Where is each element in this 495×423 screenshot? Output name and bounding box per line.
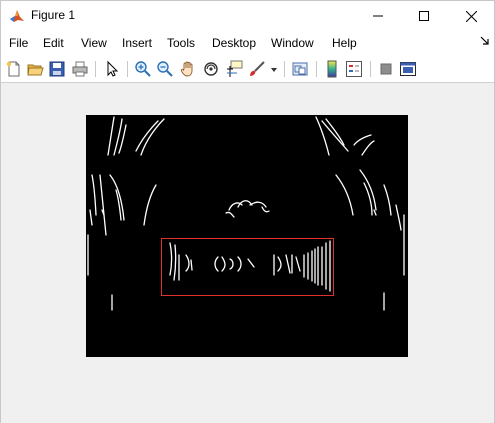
- rotate-3d-icon[interactable]: [202, 60, 220, 78]
- hide-plot-tools-icon[interactable]: [377, 60, 395, 78]
- detection-bounding-box: [161, 238, 334, 296]
- edit-plot-arrow-icon[interactable]: [103, 60, 121, 78]
- figure-toolbar: [1, 55, 494, 83]
- menu-window[interactable]: Window: [271, 36, 314, 50]
- open-file-icon[interactable]: [26, 60, 44, 78]
- insert-legend-icon[interactable]: [345, 60, 363, 78]
- close-button[interactable]: [448, 1, 494, 31]
- toolbar-separator: [370, 61, 371, 77]
- brush-icon[interactable]: [248, 60, 266, 78]
- link-plot-icon[interactable]: [291, 60, 309, 78]
- insert-colorbar-icon[interactable]: [323, 60, 341, 78]
- menu-view[interactable]: View: [81, 36, 107, 50]
- toolbar-separator: [316, 61, 317, 77]
- matlab-icon: [9, 8, 25, 24]
- brush-dropdown-icon[interactable]: [269, 60, 279, 78]
- dock-arrow-icon[interactable]: [479, 35, 491, 49]
- menu-bar: File Edit View Insert Tools Desktop Wind…: [1, 31, 494, 55]
- zoom-in-icon[interactable]: [134, 60, 152, 78]
- toolbar-separator: [127, 61, 128, 77]
- data-cursor-icon[interactable]: [225, 60, 243, 78]
- menu-tools[interactable]: Tools: [167, 36, 195, 50]
- menu-help[interactable]: Help: [332, 36, 357, 50]
- pan-hand-icon[interactable]: [179, 60, 197, 78]
- print-icon[interactable]: [71, 60, 89, 78]
- new-figure-icon[interactable]: [5, 60, 23, 78]
- menu-desktop[interactable]: Desktop: [212, 36, 256, 50]
- show-plot-tools-icon[interactable]: [399, 60, 417, 78]
- figure-window: Figure 1 File Edit View Insert Tools Des…: [0, 0, 495, 423]
- save-icon[interactable]: [48, 60, 66, 78]
- toolbar-separator: [284, 61, 285, 77]
- menu-file[interactable]: File: [9, 36, 28, 50]
- title-bar[interactable]: Figure 1: [1, 1, 494, 31]
- maximize-button[interactable]: [401, 1, 447, 31]
- menu-insert[interactable]: Insert: [122, 36, 152, 50]
- close-icon: [465, 10, 477, 22]
- toolbar-separator: [95, 61, 96, 77]
- minimize-button[interactable]: [355, 1, 401, 31]
- menu-edit[interactable]: Edit: [43, 36, 64, 50]
- edge-detected-image: [87, 116, 405, 311]
- minimize-icon: [373, 15, 383, 17]
- zoom-out-icon[interactable]: [156, 60, 174, 78]
- edge-image-axes[interactable]: [86, 115, 408, 357]
- maximize-icon: [419, 11, 429, 21]
- window-title: Figure 1: [31, 8, 76, 22]
